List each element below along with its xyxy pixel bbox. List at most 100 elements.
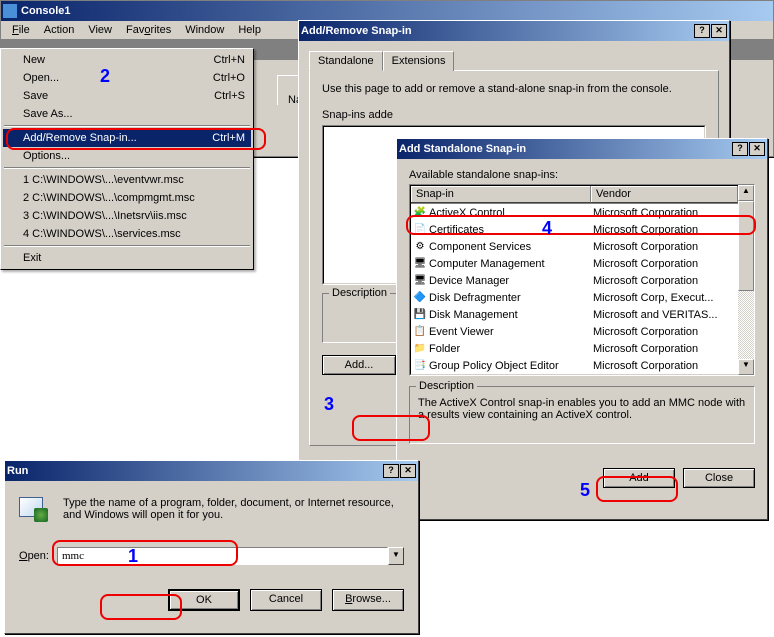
console-titlebar: Console1 — [1, 1, 773, 21]
snapin-vendor: Microsoft Corp, Execut... — [593, 292, 738, 304]
addremove-titlebar: Add/Remove Snap-in ? ✕ — [299, 21, 729, 41]
menu-exit[interactable]: Exit — [3, 249, 251, 267]
add-button[interactable]: Add... — [322, 355, 396, 375]
browse-button[interactable]: Browse... — [332, 589, 404, 611]
list-item[interactable]: 🧩ActiveX Control Microsoft Corporation — [411, 204, 738, 221]
menu-recent-3[interactable]: 3 C:\WINDOWS\...\Inetsrv\iis.msc — [3, 207, 251, 225]
list-item[interactable]: 🖥Device ManagerMicrosoft Corporation — [411, 272, 738, 289]
snapin-vendor: Microsoft and VERITAS... — [593, 309, 738, 321]
mmc-icon — [3, 4, 17, 18]
snapin-vendor: Microsoft Corporation — [593, 241, 738, 253]
scroll-thumb[interactable] — [738, 201, 754, 291]
list-item[interactable]: 🖥Computer Management Microsoft Corporatio… — [411, 255, 738, 272]
close-button[interactable]: ✕ — [749, 142, 765, 156]
dropdown-button[interactable]: ▼ — [388, 547, 404, 565]
help-button[interactable]: ? — [383, 464, 399, 478]
snapin-list[interactable]: 🧩ActiveX ControlMicrosoft Corporation📄Ce… — [411, 204, 738, 374]
list-item[interactable]: 📑Group Policy Object Editor Microsoft Cor… — [411, 357, 738, 374]
ok-button[interactable]: OK — [168, 589, 240, 611]
menu-recent-1[interactable]: 1 C:\WINDOWS\...\eventvwr.msc — [3, 171, 251, 189]
run-title: Run — [7, 465, 28, 477]
list-item[interactable]: ⚙Component Services Microsoft Corporation — [411, 238, 738, 255]
snapin-vendor: Microsoft Corporation — [593, 275, 738, 287]
snapin-icon: 🖥 — [413, 257, 427, 271]
menu-saveas[interactable]: Save As... — [3, 105, 251, 123]
snapin-name: Computer Management — [429, 258, 545, 270]
open-label: Open: — [19, 550, 49, 562]
snapins-added-label: Snap-ins adde — [322, 109, 706, 121]
snapin-vendor: Microsoft Corporation — [593, 207, 738, 219]
snapin-icon: ⚙ — [413, 240, 427, 254]
snapin-name: Certificates — [429, 224, 484, 236]
snapin-vendor: Microsoft Corporation — [593, 343, 738, 355]
snapin-icon: 📋 — [413, 325, 427, 339]
snapin-vendor: Microsoft Corporation — [593, 360, 738, 372]
addremove-title: Add/Remove Snap-in — [301, 25, 412, 37]
col-snapin[interactable]: Snap-in — [411, 186, 591, 203]
menu-action[interactable]: Action — [37, 22, 82, 38]
snapin-vendor: Microsoft Corporation — [593, 258, 738, 270]
menu-favorites[interactable]: Favorites — [119, 22, 178, 38]
help-button[interactable]: ? — [694, 24, 710, 38]
snapin-icon: 📑 — [413, 359, 427, 373]
menu-options[interactable]: Options... — [3, 147, 251, 165]
add-standalone-snapin-dialog: Add Standalone Snap-in ? ✕ Available sta… — [396, 138, 768, 520]
snapin-name: Folder — [429, 343, 460, 355]
snapin-name: Group Policy Object Editor — [429, 360, 559, 372]
available-label: Available standalone snap-ins: — [409, 169, 755, 181]
snapin-vendor: Microsoft Corporation — [593, 224, 738, 236]
console-title: Console1 — [21, 5, 71, 17]
menu-open[interactable]: Open...Ctrl+O — [3, 69, 251, 87]
standalone-title: Add Standalone Snap-in — [399, 143, 526, 155]
snapin-icon: 📁 — [413, 342, 427, 356]
list-item[interactable]: 📄Certificates Microsoft Corporation — [411, 221, 738, 238]
run-dialog: Run ? ✕ Type the name of a program, fold… — [4, 460, 419, 634]
open-input[interactable] — [57, 547, 388, 565]
close-button[interactable]: ✕ — [400, 464, 416, 478]
snapin-name: Disk Defragmenter — [429, 292, 521, 304]
scroll-up-button[interactable]: ▲ — [738, 185, 754, 201]
scrollbar[interactable]: ▲ ▼ — [738, 185, 754, 375]
menu-recent-4[interactable]: 4 C:\WINDOWS\...\services.msc — [3, 225, 251, 243]
close-button[interactable]: ✕ — [711, 24, 727, 38]
menu-recent-2[interactable]: 2 C:\WINDOWS\...\compmgmt.msc — [3, 189, 251, 207]
run-intro: Type the name of a program, folder, docu… — [63, 497, 404, 529]
menu-addremove-snapin[interactable]: Add/Remove Snap-in...Ctrl+M — [3, 129, 251, 147]
tab-extensions[interactable]: Extensions — [383, 51, 455, 71]
list-item[interactable]: 🔷Disk Defragmenter Microsoft Corp, Execut… — [411, 289, 738, 306]
menu-help[interactable]: Help — [231, 22, 268, 38]
snapin-icon: 💾 — [413, 308, 427, 322]
list-header: Snap-in Vendor — [411, 186, 738, 204]
snapin-icon: 📄 — [413, 223, 427, 237]
list-item[interactable]: 💾Disk Management Microsoft and VERITAS... — [411, 306, 738, 323]
menu-separator — [4, 167, 250, 169]
menu-save[interactable]: SaveCtrl+S — [3, 87, 251, 105]
add-button[interactable]: Add — [603, 468, 675, 488]
menu-new[interactable]: NewCtrl+N — [3, 51, 251, 69]
snapin-name: Event Viewer — [429, 326, 494, 338]
snapin-icon: 🔷 — [413, 291, 427, 305]
tab-row: Standalone Extensions — [309, 50, 729, 70]
list-item[interactable]: 📋Event Viewer Microsoft Corporation — [411, 323, 738, 340]
snapin-icon: 🧩 — [413, 206, 427, 220]
scroll-down-button[interactable]: ▼ — [738, 359, 754, 375]
description-text: The ActiveX Control snap-in enables you … — [418, 397, 746, 421]
description-group: Description The ActiveX Control snap-in … — [409, 386, 755, 444]
snapin-name: Component Services — [429, 241, 531, 253]
menu-file[interactable]: File — [5, 22, 37, 38]
menu-view[interactable]: View — [81, 22, 119, 38]
menu-separator — [4, 125, 250, 127]
help-button[interactable]: ? — [732, 142, 748, 156]
run-titlebar: Run ? ✕ — [5, 461, 418, 481]
cancel-button[interactable]: Cancel — [250, 589, 322, 611]
snapin-name: Device Manager — [429, 275, 509, 287]
snapin-name: ActiveX Control — [429, 207, 505, 219]
tab-standalone[interactable]: Standalone — [309, 51, 383, 71]
snapin-name: Disk Management — [429, 309, 518, 321]
col-vendor[interactable]: Vendor — [591, 186, 738, 203]
menu-separator — [4, 245, 250, 247]
list-item[interactable]: 📁Folder Microsoft Corporation — [411, 340, 738, 357]
menu-window[interactable]: Window — [178, 22, 231, 38]
close-button[interactable]: Close — [683, 468, 755, 488]
snapin-vendor: Microsoft Corporation — [593, 326, 738, 338]
